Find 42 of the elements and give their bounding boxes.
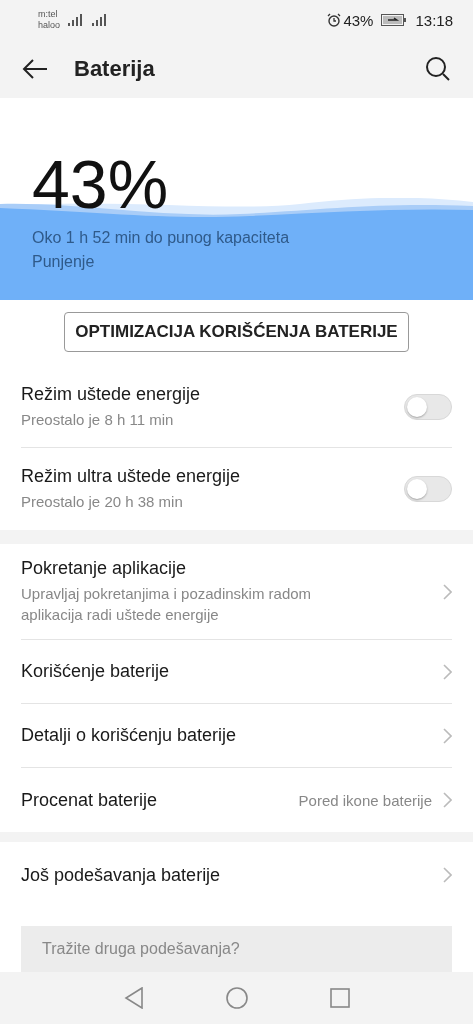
back-nav-icon[interactable] xyxy=(123,987,144,1009)
mode-title: Režim ultra uštede energije xyxy=(21,466,242,487)
setting-title: Korišćenje baterije xyxy=(21,661,171,682)
signal-icon xyxy=(92,14,109,26)
setting-title: Još podešavanja baterije xyxy=(21,864,222,886)
settings-row[interactable]: Procenat baterije Pored ikone baterije xyxy=(21,768,452,832)
mode-subtitle: Preostalo je 8 h 11 min xyxy=(21,409,175,430)
chevron-icon xyxy=(442,727,452,744)
setting-value: Pored ikone baterije xyxy=(298,791,432,809)
battery-percent: 43% xyxy=(343,11,374,29)
carrier-name: haloo xyxy=(38,20,61,31)
signal-icon xyxy=(68,14,85,26)
chevron-icon xyxy=(442,867,452,883)
setting-title: Detalji o korišćenju baterije xyxy=(21,725,238,746)
battery-level-text: 43% xyxy=(32,150,169,218)
toggle-switch[interactable] xyxy=(404,393,452,420)
settings-row[interactable]: Detalji o korišćenju baterije xyxy=(21,704,452,768)
toggle-switch[interactable] xyxy=(404,476,452,502)
mode-title: Režim uštede energije xyxy=(21,383,202,405)
settings-row[interactable]: Još podešavanja baterije xyxy=(21,842,452,908)
alarm-icon xyxy=(327,13,342,27)
chevron-icon xyxy=(442,663,452,680)
charging-status: Punjenje xyxy=(32,252,95,272)
settings-row[interactable]: Korišćenje baterije xyxy=(21,640,452,704)
recents-nav-icon[interactable] xyxy=(329,988,350,1008)
setting-title: Procenat baterije xyxy=(21,789,159,811)
optimize-button[interactable]: OPTIMIZACIJA KORIŠĆENJA BATERIJE xyxy=(64,312,409,352)
setting-subtitle: Upravljaj pokretanjima i pozadinskim radom aplikacija radi uštede energije xyxy=(21,584,313,625)
charge-estimate: Oko 1 h 52 min do punog kapaciteta xyxy=(32,228,290,248)
chevron-icon xyxy=(442,792,452,808)
mode-subtitle: Preostalo je 20 h 38 min xyxy=(21,492,184,512)
setting-title: Pokretanje aplikacije xyxy=(21,558,188,579)
search-suggestion-text: Tražite druga podešavanja? xyxy=(42,940,240,958)
battery-charging-icon xyxy=(381,14,408,26)
page-title: Baterija xyxy=(74,56,156,82)
chevron-icon xyxy=(442,583,452,600)
home-nav-icon[interactable] xyxy=(225,987,248,1009)
back-arrow-icon[interactable] xyxy=(22,58,48,80)
clock-time: 13:18 xyxy=(415,11,453,29)
carrier-name: m:tel xyxy=(38,9,59,20)
search-icon[interactable] xyxy=(425,56,451,82)
settings-row[interactable]: Pokretanje aplikacije Upravljaj pokretanjima i pozadinskim radom aplikacija radi uštede energije xyxy=(21,544,452,640)
